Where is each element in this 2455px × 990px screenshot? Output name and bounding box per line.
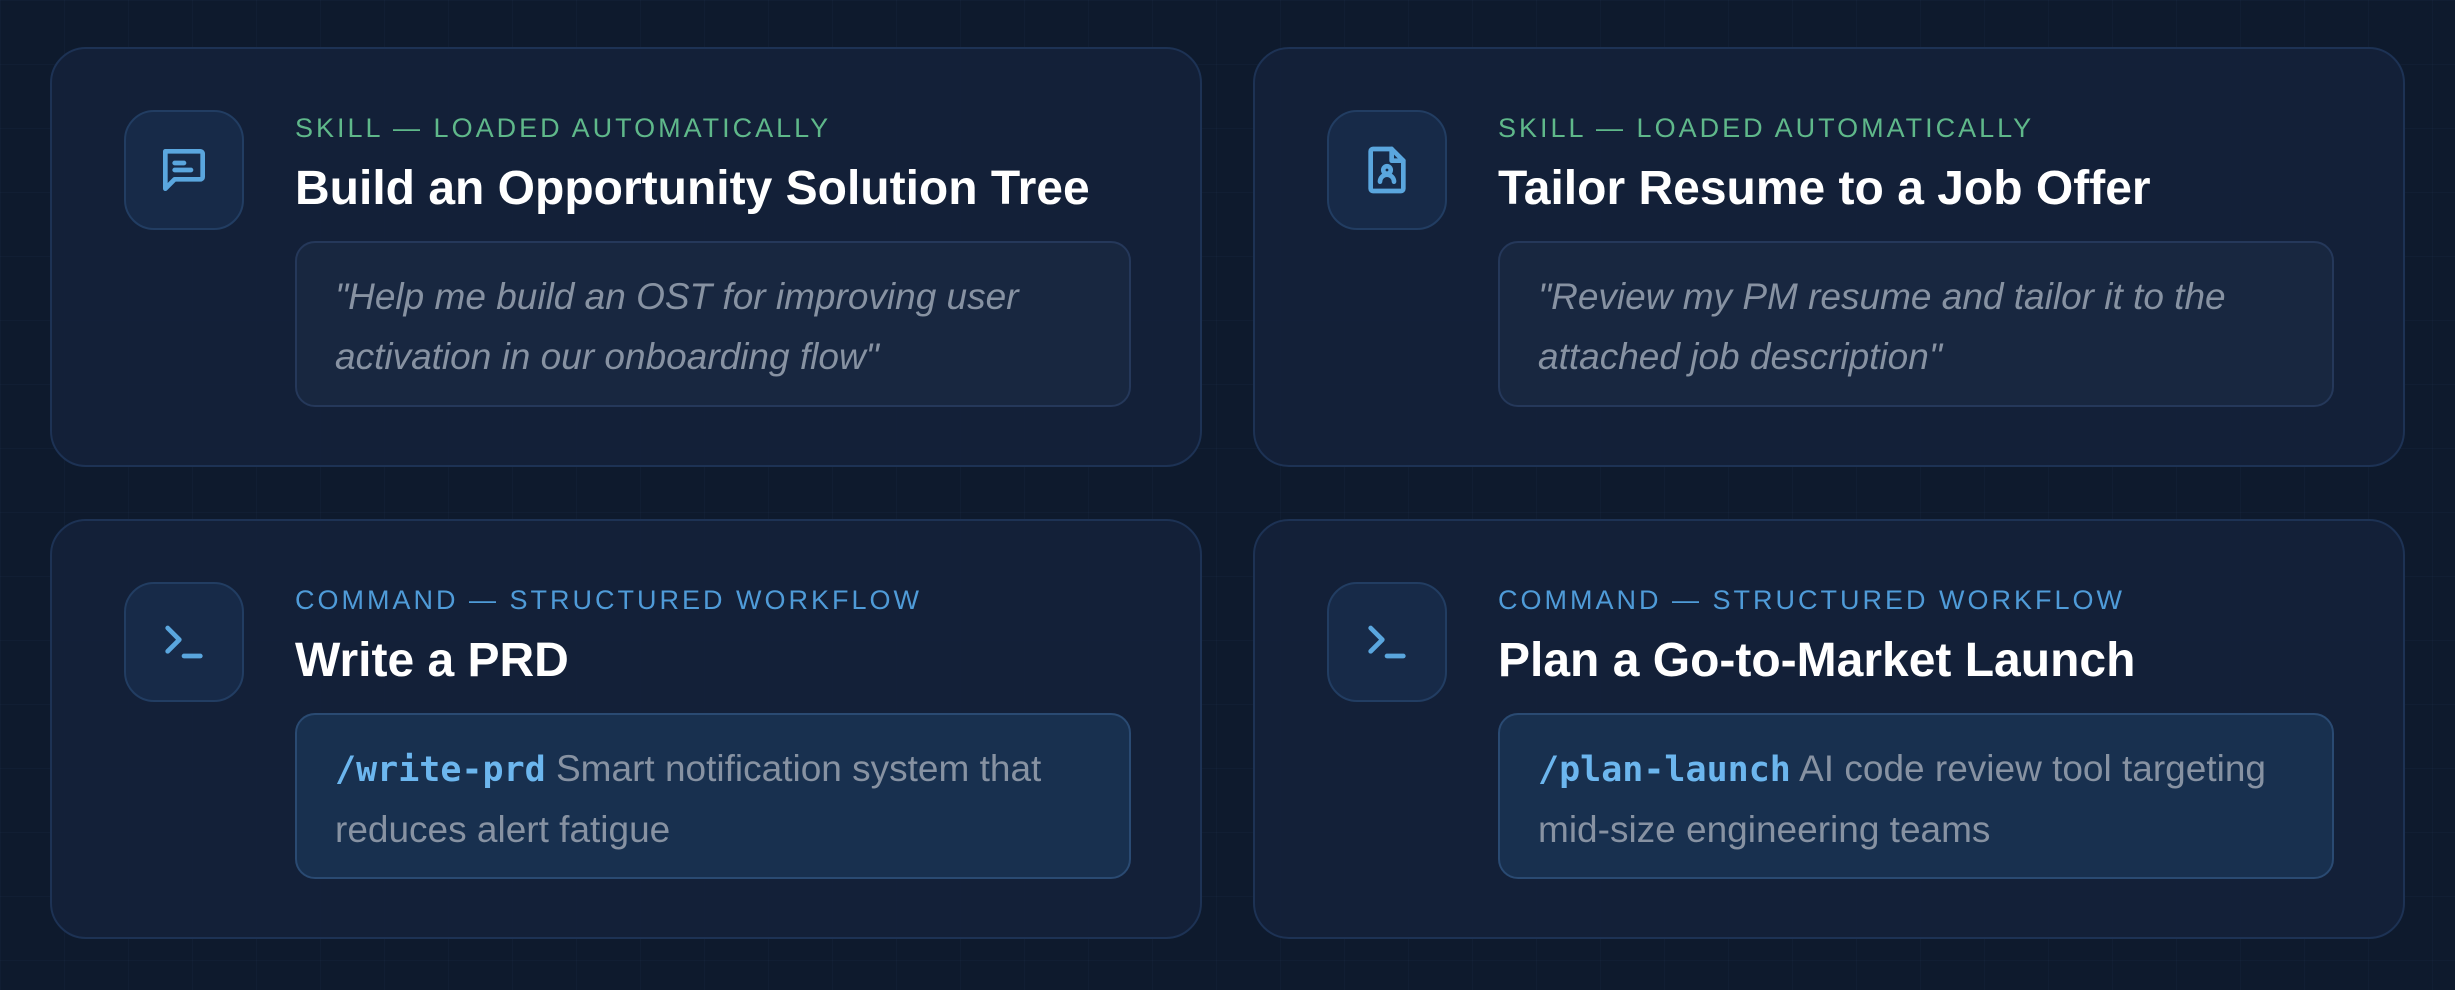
resume-file-icon — [1327, 110, 1447, 230]
slash-command: /plan-launch — [1538, 750, 1791, 790]
command-card-prd: COMMAND — STRUCTURED WORKFLOW Write a PR… — [50, 519, 1202, 939]
prompt-text: "Review my PM resume and tailor it to th… — [1538, 276, 2226, 377]
chat-icon — [124, 110, 244, 230]
card-title: Tailor Resume to a Job Offer — [1498, 161, 2151, 216]
terminal-icon — [1327, 582, 1447, 702]
prompt-text: "Help me build an OST for improving user… — [335, 276, 1019, 377]
card-type-label: SKILL — LOADED AUTOMATICALLY — [295, 113, 831, 144]
command-card-launch: COMMAND — STRUCTURED WORKFLOW Plan a Go-… — [1253, 519, 2405, 939]
card-title: Write a PRD — [295, 633, 569, 688]
terminal-icon — [124, 582, 244, 702]
card-type-label: SKILL — LOADED AUTOMATICALLY — [1498, 113, 2034, 144]
example-prompt: "Help me build an OST for improving user… — [295, 241, 1131, 407]
card-type-label: COMMAND — STRUCTURED WORKFLOW — [295, 585, 922, 616]
example-command: /plan-launch AI code review tool targeti… — [1498, 713, 2334, 879]
card-title: Plan a Go-to-Market Launch — [1498, 633, 2135, 688]
card-title: Build an Opportunity Solution Tree — [295, 161, 1090, 216]
example-command: /write-prd Smart notification system tha… — [295, 713, 1131, 879]
skill-card-resume: SKILL — LOADED AUTOMATICALLY Tailor Resu… — [1253, 47, 2405, 467]
example-prompt: "Review my PM resume and tailor it to th… — [1498, 241, 2334, 407]
skill-card-ost: SKILL — LOADED AUTOMATICALLY Build an Op… — [50, 47, 1202, 467]
card-type-label: COMMAND — STRUCTURED WORKFLOW — [1498, 585, 2125, 616]
slash-command: /write-prd — [335, 750, 546, 790]
